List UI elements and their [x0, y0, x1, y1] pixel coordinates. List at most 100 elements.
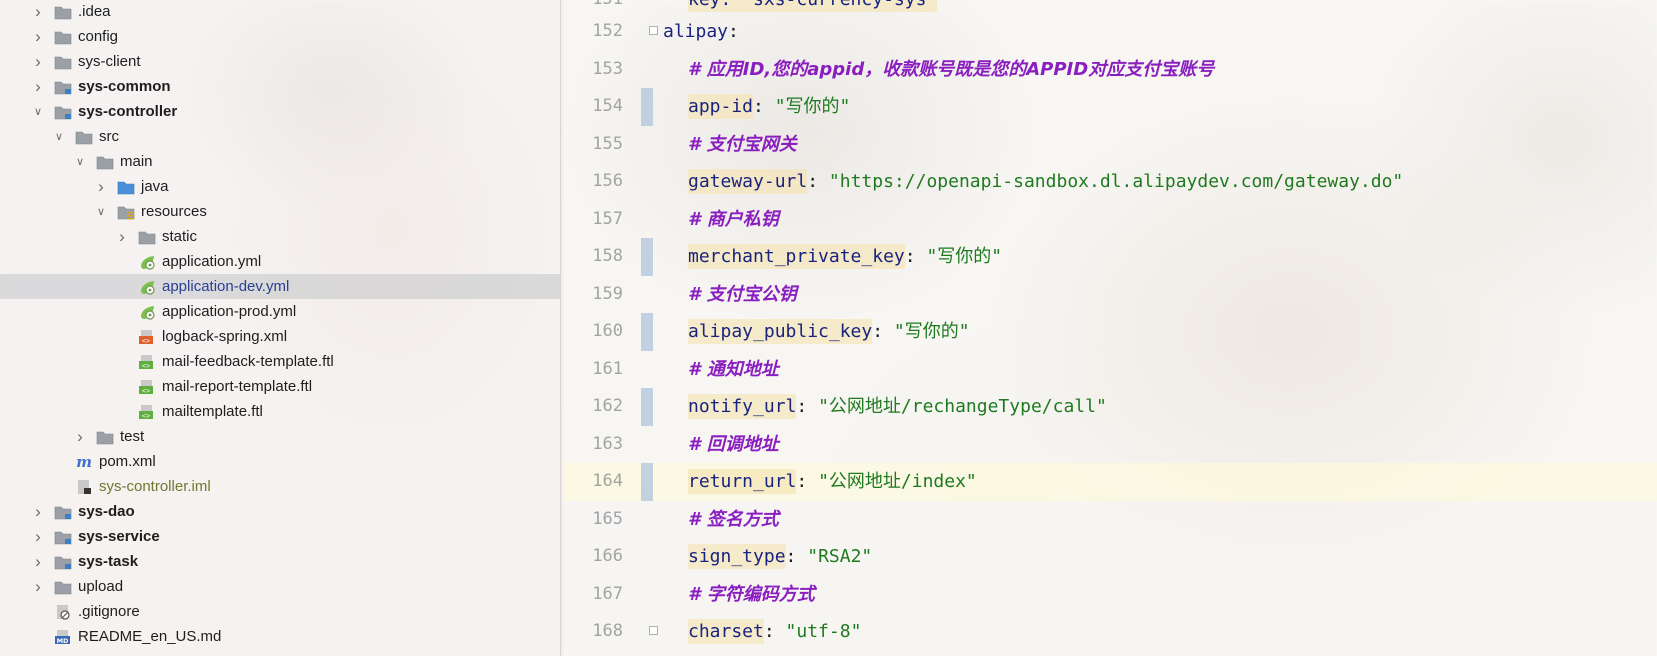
chevron-right-icon[interactable]: › [116, 228, 128, 245]
svg-text:<>: <> [142, 412, 150, 420]
editor-line[interactable]: 154 app-id: "写你的" [563, 88, 1657, 126]
tree-item[interactable]: › java [0, 174, 560, 199]
chevron-right-icon[interactable]: › [74, 428, 86, 445]
change-marker[interactable] [641, 388, 653, 426]
editor-line[interactable]: 155 # 支付宝网关 [563, 126, 1657, 164]
editor-line[interactable]: 161 # 通知地址 [563, 351, 1657, 389]
editor-line[interactable]: 167 # 字符编码方式 [563, 576, 1657, 614]
tree-item-label: pom.xml [99, 453, 156, 470]
line-number: 159 [592, 283, 623, 304]
tree-item[interactable]: ›application-prod.yml [0, 299, 560, 324]
yaml-separator: : [796, 471, 819, 492]
tree-item[interactable]: ›.gitignore [0, 599, 560, 624]
tree-item[interactable]: › upload [0, 574, 560, 599]
tree-item[interactable]: › test [0, 424, 560, 449]
code-text: merchant_private_key: "写你的" [688, 238, 1002, 276]
chevron-right-icon[interactable]: › [32, 53, 44, 70]
yaml-value: "RSA2" [807, 546, 873, 567]
fold-icon[interactable] [649, 26, 658, 35]
svg-text:<>: <> [142, 362, 150, 370]
project-tree[interactable]: › .idea › config › sys-client › sys-common ∨ sys-… [0, 0, 561, 656]
tree-item[interactable]: › static [0, 224, 560, 249]
chevron-right-icon[interactable]: › [32, 503, 44, 520]
tree-item[interactable]: ›<>mailtemplate.ftl [0, 399, 560, 424]
tree-item-label: sys-task [78, 553, 139, 570]
tree-item[interactable]: › config [0, 24, 560, 49]
code-text: charset: "utf-8" [688, 613, 861, 651]
tree-item-label: resources [141, 203, 207, 220]
yaml-key: gateway-url [688, 169, 808, 194]
editor-line[interactable]: 157 # 商户私钥 [563, 201, 1657, 239]
tree-item-label: sys-controller [78, 103, 178, 120]
tree-item-label: application-prod.yml [162, 303, 297, 320]
yaml-key: alipay_public_key [688, 319, 873, 344]
chevron-down-icon[interactable]: ∨ [74, 155, 86, 169]
change-marker[interactable] [641, 313, 653, 351]
line-number: 163 [592, 433, 623, 454]
chevron-right-icon[interactable]: › [95, 178, 107, 195]
tree-item-label: java [141, 178, 169, 195]
maven-icon: m [75, 453, 93, 471]
editor-line[interactable]: 152 alipay: [563, 13, 1657, 51]
editor-line[interactable]: 162 notify_url: "公网地址/rechangeType/call" [563, 388, 1657, 426]
editor-line[interactable]: 159 # 支付宝公钥 [563, 276, 1657, 314]
editor-line[interactable]: 165 # 签名方式 [563, 501, 1657, 539]
editor-line[interactable]: 153 # 应用ID,您的appid，收款账号既是您的APPID对应支付宝账号 [563, 51, 1657, 89]
chevron-right-icon[interactable]: › [32, 28, 44, 45]
editor-line[interactable]: 160 alipay_public_key: "写你的" [563, 313, 1657, 351]
tree-item[interactable]: › sys-common [0, 74, 560, 99]
tree-item[interactable]: ›MDREADME_en_US.md [0, 624, 560, 649]
tree-item[interactable]: ∨ src [0, 124, 560, 149]
tree-item[interactable]: ∨ main [0, 149, 560, 174]
tree-item-label: logback-spring.xml [162, 328, 288, 345]
yaml-key: notify_url [688, 394, 797, 419]
change-marker[interactable] [641, 463, 653, 501]
chevron-down-icon[interactable]: ∨ [53, 130, 65, 144]
chevron-right-icon[interactable]: › [32, 553, 44, 570]
tree-item-label: config [78, 28, 119, 45]
editor-line[interactable]: 164 return_url: "公网地址/index" [563, 463, 1657, 501]
ftl-file-icon: <> [138, 404, 156, 420]
chevron-right-icon[interactable]: › [32, 3, 44, 20]
chevron-down-icon[interactable]: ∨ [95, 205, 107, 219]
tree-item[interactable]: ›mpom.xml [0, 449, 560, 474]
tree-item[interactable]: ›application.yml [0, 249, 560, 274]
tree-item[interactable]: ∨ sys-controller [0, 99, 560, 124]
yaml-key: sign_type [688, 544, 786, 569]
line-number: 157 [592, 208, 623, 229]
chevron-right-icon[interactable]: › [32, 528, 44, 545]
change-marker[interactable] [641, 238, 653, 276]
tree-item[interactable]: ›sys-controller.iml [0, 474, 560, 499]
editor-line[interactable]: 158 merchant_private_key: "写你的" [563, 238, 1657, 276]
tree-item[interactable]: › sys-service [0, 524, 560, 549]
tree-item[interactable]: › .idea [0, 0, 560, 24]
code-comment: # 签名方式 [688, 508, 779, 530]
chevron-down-icon[interactable]: ∨ [32, 105, 44, 119]
editor-line[interactable]: 156 gateway-url: "https://openapi-sandbox… [563, 163, 1657, 201]
tree-item-label: src [99, 128, 119, 145]
tree-item[interactable]: › sys-client [0, 49, 560, 74]
tree-item[interactable]: ›<>logback-spring.xml [0, 324, 560, 349]
tree-item[interactable]: ›application-dev.yml [0, 274, 560, 299]
editor-line[interactable]: 166 sign_type: "RSA2" [563, 538, 1657, 576]
tree-item-label: .idea [78, 3, 111, 20]
tree-item[interactable]: › sys-task [0, 549, 560, 574]
yaml-value: "公网地址/index" [818, 471, 977, 492]
yaml-value: "utf-8" [785, 621, 862, 642]
tree-item[interactable]: ›<>mail-report-template.ftl [0, 374, 560, 399]
chevron-right-icon[interactable]: › [32, 78, 44, 95]
tree-item[interactable]: ›<>mail-feedback-template.ftl [0, 349, 560, 374]
yaml-value: "公网地址/rechangeType/call" [818, 396, 1107, 417]
chevron-right-icon[interactable]: › [32, 578, 44, 595]
code-comment: # 通知地址 [688, 358, 779, 380]
editor-line[interactable]: 163 # 回调地址 [563, 426, 1657, 464]
editor-line[interactable]: 168 charset: "utf-8" [563, 613, 1657, 651]
tree-item[interactable]: › sys-dao [0, 499, 560, 524]
code-editor[interactable]: 151 key: "sxs-currency-sys" 152alipay:15… [563, 0, 1657, 656]
tree-item[interactable]: ∨ resources [0, 199, 560, 224]
change-marker[interactable] [641, 88, 653, 126]
fold-icon[interactable] [649, 626, 658, 635]
code-text: app-id: "写你的" [688, 88, 850, 126]
spring-yml-icon [138, 254, 156, 270]
svg-text:<>: <> [142, 387, 150, 395]
